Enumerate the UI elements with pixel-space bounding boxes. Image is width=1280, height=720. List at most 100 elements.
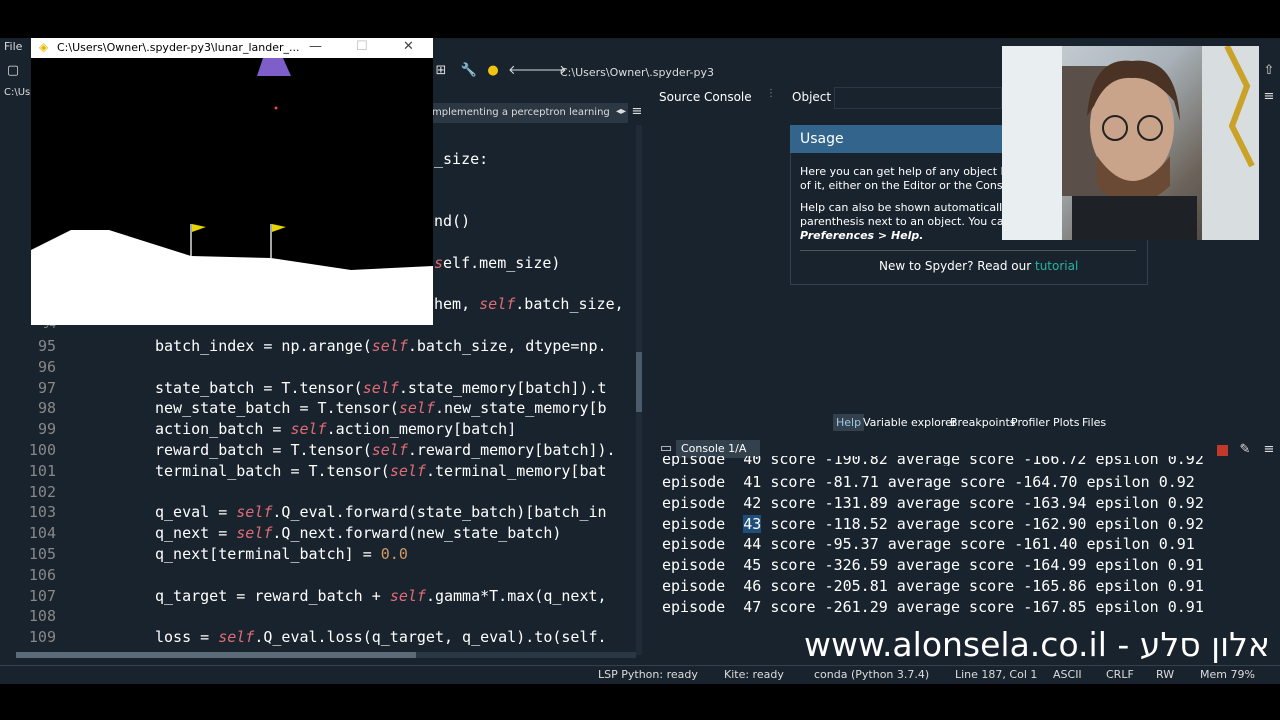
tab-files[interactable]: Files	[1079, 414, 1109, 431]
maximize-icon[interactable]: ☐	[356, 39, 368, 54]
eraser-icon[interactable]: ✎	[1236, 441, 1254, 459]
code-line[interactable]: q_eval = self.Q_eval.forward(state_batch…	[155, 503, 607, 521]
editor-scroll-thumb[interactable]	[636, 352, 642, 412]
new-to-spyder: New to Spyder? Read our tutorial	[879, 259, 1079, 273]
python-icon[interactable]: ●	[484, 62, 502, 80]
wrench-icon[interactable]: 🔧	[460, 62, 478, 80]
source-select[interactable]: Console	[704, 90, 752, 104]
console-avg: -162.90	[1023, 514, 1087, 533]
console-score: -261.29	[824, 597, 888, 616]
terrain	[31, 230, 433, 325]
line-number: 106	[28, 565, 56, 584]
code-line[interactable]: q_target = reward_batch + self.gamma*T.m…	[155, 587, 607, 605]
console-avg: -164.70	[1014, 473, 1078, 491]
console-ep: 46	[743, 577, 762, 595]
console-line: episode 45 score -326.59 average score -…	[662, 556, 1204, 575]
working-directory[interactable]: C:\Users\Owner\.spyder-py3	[560, 66, 714, 79]
chevron-down-icon[interactable]: ⋮	[766, 88, 776, 99]
python-icon: ◈	[39, 40, 49, 54]
console-ep: 44	[743, 535, 762, 554]
line-number: 104	[28, 524, 56, 543]
line-number: 98	[37, 399, 56, 418]
console-line: episode 47 score -261.29 average score -…	[662, 597, 1204, 616]
usage-text: Here you can get help of any object by	[800, 165, 1015, 178]
lunar-lander-window[interactable]	[31, 38, 433, 325]
line-number: 109	[28, 628, 56, 647]
close-icon[interactable]: ✕	[403, 39, 414, 54]
console-eps: 0.92	[1158, 473, 1195, 491]
stop-icon[interactable]	[1217, 445, 1228, 456]
flag	[192, 224, 206, 232]
usage-text: Help can also be shown automatically	[800, 201, 1009, 214]
menu-file[interactable]: File	[4, 40, 22, 53]
read-write: RW	[1156, 668, 1175, 681]
console-ep: 42	[743, 493, 762, 512]
lsp-status: LSP Python: ready	[598, 668, 698, 681]
console-ep: 43	[743, 514, 762, 533]
code-fragment: nd()	[434, 212, 471, 230]
new-file-icon[interactable]: ▢	[4, 62, 22, 80]
line-number: 95	[37, 337, 56, 355]
encoding: ASCII	[1053, 668, 1082, 681]
kite-status: Kite: ready	[724, 668, 784, 681]
lunar-lander-scene	[31, 58, 433, 325]
console-score: -131.89	[824, 493, 888, 512]
console-line: episode 43 score -118.52 average score -…	[662, 514, 1204, 533]
tab-profiler[interactable]: Profiler	[1008, 414, 1053, 431]
line-number: 102	[28, 482, 56, 501]
console-menu-icon[interactable]: ≡	[1260, 441, 1278, 459]
console-avg: -167.85	[1023, 597, 1087, 616]
source-label: Source	[659, 90, 701, 104]
console-score: -81.71	[824, 473, 879, 491]
watermark-text: www.alonsela.co.il - אלון סלע	[804, 625, 1270, 664]
object-input[interactable]	[834, 87, 1002, 109]
code-fragment: hem, self.batch_size,	[434, 295, 624, 313]
code-line[interactable]: q_next[terminal_batch] = 0.0	[155, 545, 408, 563]
webcam-overlay	[1002, 46, 1259, 240]
code-line[interactable]: loss = self.Q_eval.loss(q_target, q_eval…	[155, 628, 607, 646]
code-line[interactable]: batch_index = np.arange(self.batch_size,…	[155, 337, 607, 355]
grid-icon[interactable]: ⊞	[432, 62, 450, 80]
code-line[interactable]: state_batch = T.tensor(self.state_memory…	[155, 379, 607, 397]
object-label: Object	[792, 90, 832, 104]
code-line[interactable]: terminal_batch = T.tensor(self.terminal_…	[155, 462, 607, 480]
console-score: -326.59	[824, 556, 888, 575]
help-menu-icon[interactable]: ≡	[1260, 88, 1278, 106]
code-line[interactable]: q_next = self.Q_next.forward(new_state_b…	[155, 524, 561, 542]
code-line[interactable]: action_batch = self.action_memory[batch]	[155, 420, 516, 438]
line-number: 101	[28, 461, 56, 480]
conda-status: conda (Python 3.7.4)	[814, 668, 930, 681]
code-line[interactable]: reward_batch = T.tensor(self.reward_memo…	[155, 441, 616, 459]
tab-plots[interactable]: Plots	[1050, 414, 1082, 431]
flag	[272, 224, 286, 232]
console-eps: 0.91	[1158, 535, 1195, 554]
lunar-lander-titlebar[interactable]: ◈ C:\Users\Owner\.spyder-py3\lunar_lande…	[31, 38, 433, 58]
console-ep: 41	[743, 473, 762, 491]
forward-arrow-icon[interactable]: 🡒	[532, 62, 567, 80]
console-avg: -164.99	[1023, 556, 1087, 575]
line-number: 99	[37, 420, 56, 439]
console-score: -95.37	[824, 535, 879, 554]
line-endings: CRLF	[1106, 668, 1134, 681]
code-fragment: _size:	[434, 150, 489, 168]
tutorial-link[interactable]: tutorial	[1035, 259, 1078, 273]
console-score: -118.52	[824, 514, 888, 533]
usage-text: parenthesis next to an object. You car	[800, 215, 1009, 228]
editor-menu-icon[interactable]: ≡	[628, 103, 646, 121]
editor-tab[interactable]: mplementing a perceptron learning	[428, 103, 628, 123]
usage-text: Preferences > Help.	[800, 229, 924, 242]
minimize-icon[interactable]: —	[309, 39, 322, 54]
line-number: 97	[37, 378, 56, 397]
console-line: episode 40 score -190.82 average score -…	[662, 456, 1204, 466]
line-number: 100	[28, 441, 56, 459]
line-number: 107	[28, 586, 56, 605]
console-avg: -161.40	[1014, 535, 1078, 554]
back-arrow-icon[interactable]: 🡐	[508, 62, 543, 80]
tab-variable-explorer[interactable]: Variable explorer	[860, 414, 959, 431]
usage-text: of it, either on the Editor or the Conso	[800, 179, 1010, 192]
code-line[interactable]: new_state_batch = T.tensor(self.new_stat…	[155, 399, 607, 417]
console-line: episode 42 score -131.89 average score -…	[662, 493, 1204, 512]
editor-hscroll-thumb[interactable]	[16, 652, 416, 658]
up-arrow-icon[interactable]: ⇧	[1260, 62, 1278, 80]
particle	[274, 106, 278, 110]
